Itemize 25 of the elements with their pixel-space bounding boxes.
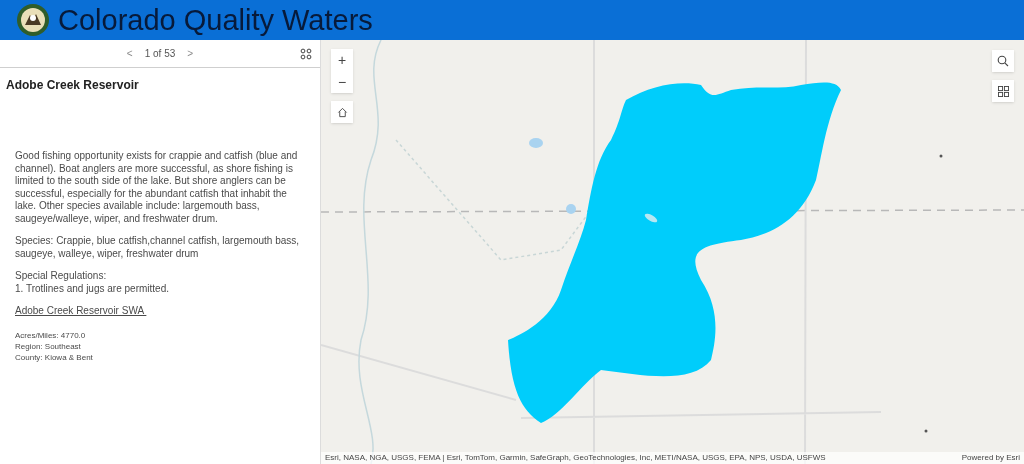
- fact-text: Region: Southeast: [15, 340, 82, 352]
- checklist-grid-icon: [997, 85, 1009, 97]
- zoom-out-button[interactable]: −: [331, 71, 353, 93]
- page-counter: 1 of 53: [144, 47, 176, 61]
- previous-button[interactable]: <: [126, 46, 133, 61]
- home-icon: [336, 106, 348, 118]
- grid-icon[interactable]: [300, 48, 312, 60]
- description-paragraph: Good fishing opportunity exists for crappie and catfish (blue and channel). Boat anglers are more successful, as shore fishing is limited to the south side of the lake. But shore anglers can be successful, especially for the abundant catfish that inhabit the lake. Other species available include: largemouth bass, saugeye/walleye, wiper, and freshwater drum.: [15, 150, 299, 225]
- regulation-text: 1. Trotlines and jugs are permitted.: [15, 282, 170, 295]
- description-paragraph: Species: Crappie, blue catfish,channel catfish, largemouth bass, saugeye, walleye, wiper, freshwater drum: [15, 235, 301, 260]
- fact-text: County: Kiowa & Bent: [15, 351, 94, 363]
- search-icon: [997, 55, 1009, 67]
- area-link[interactable]: Adobe Creek Reservoir SWA: [15, 305, 147, 318]
- attribution-text: Esri, NASA, NGA, USGS, FEMA | Esri, TomTom, Garmin, SafeGraph, GeoTechnologies, Inc, METI/NASA, USGS, EPA, NPS, USDA, USFWS: [325, 452, 826, 464]
- search-button[interactable]: [992, 50, 1014, 72]
- layers-button[interactable]: [992, 80, 1014, 102]
- next-button[interactable]: >: [187, 46, 194, 61]
- fact-text: Acres/Miles: 4770.0: [15, 329, 87, 341]
- app-title: Colorado Quality Waters: [58, 5, 373, 35]
- zoom-in-button[interactable]: +: [331, 49, 353, 71]
- seal-logo-icon: [16, 3, 50, 37]
- powered-by-text: Powered by Esri: [961, 452, 1020, 464]
- feature-title: Adobe Creek Reservoir: [5, 77, 140, 94]
- regulation-text: Special Regulations:: [15, 270, 108, 283]
- home-button[interactable]: [331, 101, 353, 123]
